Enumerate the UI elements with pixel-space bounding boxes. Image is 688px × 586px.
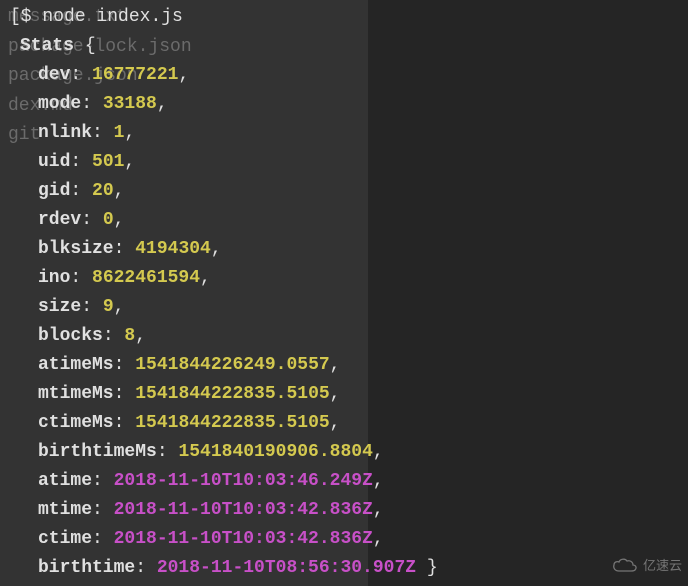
field-key: blocks [38,326,103,346]
colon: : [81,210,103,230]
stats-field-mode: mode: 33188, [10,90,678,119]
comma: , [373,471,384,491]
field-key: size [38,297,81,317]
field-value: 4194304 [135,239,211,259]
field-value: 1 [114,123,125,143]
colon: : [70,268,92,288]
field-value: 2018-11-10T10:03:46.249Z [114,471,373,491]
field-key: rdev [38,210,81,230]
field-value: 0 [103,210,114,230]
field-key: birthtimeMs [38,442,157,462]
watermark-text: 亿速云 [643,551,682,580]
field-value: 1541840190906.8804 [178,442,372,462]
field-key: mode [38,94,81,114]
comma: , [211,239,222,259]
colon: : [92,500,114,520]
field-value: 501 [92,152,124,172]
object-name: Stats [20,36,74,56]
field-key: mtimeMs [38,384,114,404]
comma: , [373,500,384,520]
field-key: uid [38,152,70,172]
stats-field-dev: dev: 16777221, [10,61,678,90]
comma: , [114,297,125,317]
field-value: 9 [103,297,114,317]
colon: : [135,558,157,578]
field-key: blksize [38,239,114,259]
command-line: [$ node index.js [10,3,678,32]
stats-field-ctime: ctime: 2018-11-10T10:03:42.836Z, [10,525,678,554]
stats-field-atime: atime: 2018-11-10T10:03:46.249Z, [10,467,678,496]
field-value: 2018-11-10T10:03:42.836Z [114,500,373,520]
field-value: 8 [124,326,135,346]
stats-field-ctimeMs: ctimeMs: 1541844222835.5105, [10,409,678,438]
colon: : [81,297,103,317]
command-text: node index.js [42,7,182,27]
comma: , [157,94,168,114]
colon: : [114,384,136,404]
stats-field-ino: ino: 8622461594, [10,264,678,293]
stats-field-birthtime: birthtime: 2018-11-10T08:56:30.907Z } [10,554,678,583]
stats-field-mtime: mtime: 2018-11-10T10:03:42.836Z, [10,496,678,525]
stats-field-uid: uid: 501, [10,148,678,177]
comma: , [124,123,135,143]
field-value: 20 [92,181,114,201]
stats-field-blocks: blocks: 8, [10,322,678,351]
comma: , [200,268,211,288]
field-key: gid [38,181,70,201]
stats-close: } [416,558,438,578]
stats-field-atimeMs: atimeMs: 1541844226249.0557, [10,351,678,380]
colon: : [157,442,179,462]
shell-prompt: [$ [10,7,32,27]
colon: : [92,529,114,549]
comma: , [373,529,384,549]
field-key: dev [38,65,70,85]
cloud-icon [611,557,639,575]
field-value: 33188 [103,94,157,114]
stats-field-rdev: rdev: 0, [10,206,678,235]
field-key: ctimeMs [38,413,114,433]
field-value: 1541844222835.5105 [135,413,329,433]
field-key: atime [38,471,92,491]
colon: : [92,123,114,143]
comma: , [373,442,384,462]
comma: , [135,326,146,346]
field-value: 1541844222835.5105 [135,384,329,404]
colon: : [114,355,136,375]
field-key: birthtime [38,558,135,578]
field-key: atimeMs [38,355,114,375]
comma: , [330,384,341,404]
stats-field-blksize: blksize: 4194304, [10,235,678,264]
colon: : [114,413,136,433]
comma: , [124,152,135,172]
stats-open: Stats { [10,32,678,61]
comma: , [330,355,341,375]
field-value: 1541844226249.0557 [135,355,329,375]
comma: , [114,181,125,201]
stats-field-gid: gid: 20, [10,177,678,206]
colon: : [114,239,136,259]
stats-field-birthtimeMs: birthtimeMs: 1541840190906.8804, [10,438,678,467]
stats-field-mtimeMs: mtimeMs: 1541844222835.5105, [10,380,678,409]
colon: : [92,471,114,491]
field-key: ctime [38,529,92,549]
field-value: 8622461594 [92,268,200,288]
comma: , [330,413,341,433]
colon: : [103,326,125,346]
watermark: 亿速云 [611,551,682,580]
field-key: ino [38,268,70,288]
colon: : [70,65,92,85]
field-key: nlink [38,123,92,143]
comma: , [178,65,189,85]
terminal-output[interactable]: [$ node index.js Stats { dev: 16777221,m… [0,0,688,586]
colon: : [81,94,103,114]
comma: , [114,210,125,230]
field-value: 16777221 [92,65,178,85]
field-value: 2018-11-10T08:56:30.907Z [157,558,416,578]
field-value: 2018-11-10T10:03:42.836Z [114,529,373,549]
colon: : [70,152,92,172]
colon: : [70,181,92,201]
field-key: mtime [38,500,92,520]
stats-field-size: size: 9, [10,293,678,322]
stats-field-nlink: nlink: 1, [10,119,678,148]
